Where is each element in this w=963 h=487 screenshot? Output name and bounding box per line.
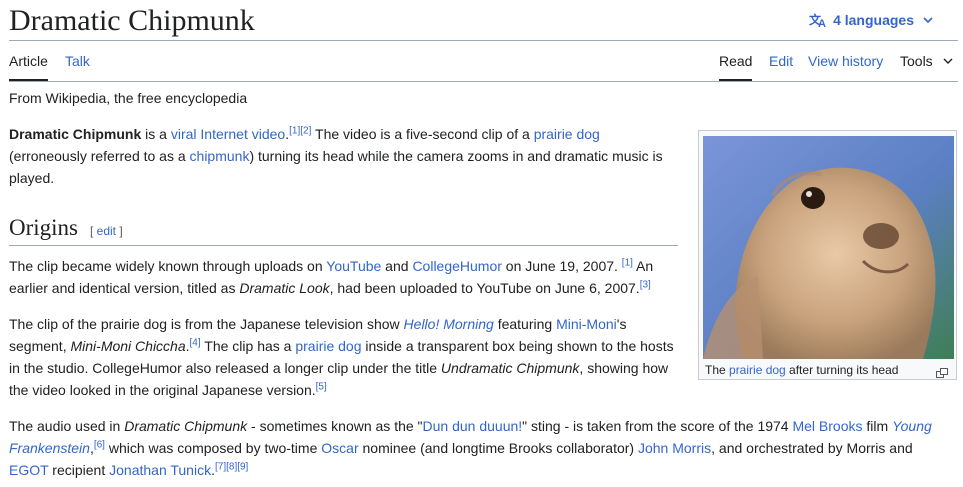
citation-7-8-9[interactable]: [7][8][9]	[215, 461, 248, 472]
text: [	[90, 224, 97, 238]
tab-read[interactable]: Read	[719, 52, 753, 81]
origins-paragraph-1: The clip became widely known through upl…	[9, 255, 679, 299]
italic-dramatic-chipmunk: Dramatic Chipmunk	[124, 418, 248, 434]
text: film	[862, 418, 893, 434]
link-dun-dun-duuun[interactable]: Dun dun duuun!	[423, 418, 523, 434]
link-egot[interactable]: EGOT	[9, 462, 48, 478]
tab-article[interactable]: Article	[9, 52, 48, 81]
citation-3[interactable]: [3]	[640, 279, 651, 290]
languages-button[interactable]: 文 A 4 languages	[809, 12, 933, 28]
tab-talk[interactable]: Talk	[65, 52, 90, 81]
title-divider	[9, 40, 958, 41]
origins-paragraph-3: The audio used in Dramatic Chipmunk - so…	[9, 415, 954, 481]
tabs-divider	[9, 81, 958, 82]
text: played.	[9, 170, 55, 186]
link-collegehumor[interactable]: CollegeHumor	[412, 258, 501, 274]
link-jonathan-tunick[interactable]: Jonathan Tunick	[109, 462, 211, 478]
text: is a	[141, 126, 171, 142]
origins-paragraph-2: The clip of the prairie dog is from the …	[9, 313, 699, 401]
text: , and orchestrated by Morris and	[711, 440, 913, 456]
citation-5[interactable]: [5]	[316, 381, 327, 392]
enlarge-icon[interactable]	[936, 365, 948, 383]
text: in the studio. CollegeHumor also release…	[9, 360, 441, 376]
tab-view-history[interactable]: View history	[808, 52, 883, 81]
site-tagline: From Wikipedia, the free encyclopedia	[9, 90, 248, 106]
link-chipmunk[interactable]: chipmunk	[190, 148, 250, 164]
citation-1[interactable]: [1]	[622, 257, 633, 268]
link-hello-morning[interactable]: Hello! Morning	[404, 316, 494, 332]
page-title: Dramatic Chipmunk	[9, 4, 255, 37]
link-prairie-dog-caption[interactable]: prairie dog	[729, 363, 786, 377]
page-tabs: Article Talk Read Edit View history Tool…	[9, 52, 958, 82]
text: ]	[116, 224, 123, 238]
link-young-frankenstein[interactable]: Young	[892, 418, 932, 434]
tools-label: Tools	[900, 53, 933, 69]
text: " sting - is taken from the score of the…	[522, 418, 793, 434]
text: The clip of the prairie dog is from the …	[9, 316, 404, 332]
text: nominee (and longtime Brooks collaborato…	[358, 440, 638, 456]
citation-4[interactable]: [4]	[190, 337, 201, 348]
link-young-frankenstein[interactable]: Frankenstein	[9, 440, 90, 456]
citation-2[interactable]: [2]	[300, 125, 311, 136]
section-heading-origins: Origins [ edit ]	[9, 213, 678, 246]
text: The audio used in	[9, 418, 125, 434]
link-youtube[interactable]: YouTube	[326, 258, 381, 274]
infobox-figure: The prairie dog after turning its head	[698, 130, 957, 380]
text: - sometimes known as the "	[247, 418, 423, 434]
citation-1[interactable]: [1]	[289, 125, 300, 136]
prairie-dog-image[interactable]	[703, 136, 954, 359]
tools-menu-button[interactable]: Tools	[900, 52, 953, 81]
text: , showing how	[579, 360, 669, 376]
text: , had been uploaded to YouTube on June 6…	[329, 280, 640, 296]
text: 's	[616, 316, 627, 332]
link-prairie-dog[interactable]: prairie dog	[295, 338, 361, 354]
link-john-morris[interactable]: John Morris	[638, 440, 711, 456]
figure-caption: The prairie dog after turning its head	[705, 363, 898, 378]
svg-text:A: A	[818, 18, 826, 28]
text: recipient	[48, 462, 110, 478]
article-subject: Dramatic Chipmunk	[9, 126, 142, 142]
text: featuring	[493, 316, 557, 332]
text: (erroneously referred to as a	[9, 148, 190, 164]
link-prairie-dog[interactable]: prairie dog	[534, 126, 600, 142]
link-oscar[interactable]: Oscar	[321, 440, 358, 456]
section-edit: [ edit ]	[90, 224, 123, 238]
edit-section-link[interactable]: edit	[97, 224, 116, 238]
chevron-down-icon	[943, 52, 953, 70]
intro-paragraph: Dramatic Chipmunk is a viral Internet vi…	[9, 123, 679, 189]
italic-segment: Mini-Moni Chiccha	[70, 338, 186, 354]
translate-icon: 文 A	[809, 12, 829, 28]
chevron-down-icon	[923, 16, 933, 24]
text: on June 19, 2007.	[501, 258, 622, 274]
text: segment,	[9, 338, 71, 354]
text: inside a transparent box being shown to …	[361, 338, 674, 354]
text: which was composed by two-time	[104, 440, 322, 456]
italic-undramatic: Undramatic Chipmunk	[440, 360, 580, 376]
text: the video looked in the original Japanes…	[9, 382, 316, 398]
text: The	[705, 363, 730, 377]
link-mini-moni[interactable]: Mini-Moni	[556, 316, 617, 332]
citation-6[interactable]: [6]	[94, 439, 105, 450]
italic-title: Dramatic Look	[239, 280, 330, 296]
text: earlier and identical version, titled as	[9, 280, 240, 296]
link-mel-brooks[interactable]: Mel Brooks	[792, 418, 862, 434]
section-title: Origins	[9, 215, 78, 240]
text: after turning its head	[785, 363, 899, 377]
text: The video is a five-second clip of a	[311, 126, 534, 142]
link-viral-internet-video[interactable]: viral Internet video	[171, 126, 285, 142]
text: An	[632, 258, 654, 274]
text: ) turning its head while the camera zoom…	[249, 148, 663, 164]
text: The clip has a	[200, 338, 296, 354]
text: The clip became widely known through upl…	[9, 258, 327, 274]
languages-label: 4 languages	[833, 12, 914, 28]
text: and	[381, 258, 413, 274]
tab-edit[interactable]: Edit	[769, 52, 793, 81]
